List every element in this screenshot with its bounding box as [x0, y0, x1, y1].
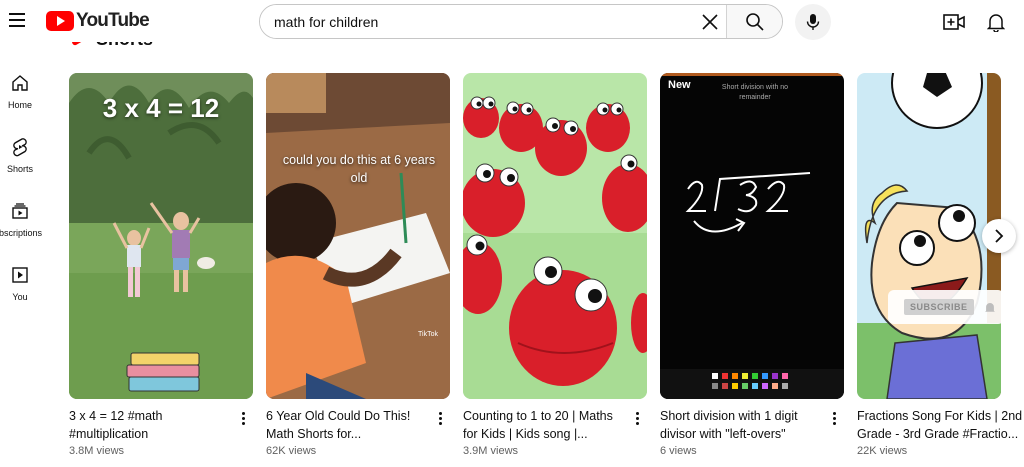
- short-title[interactable]: Fractions Song For Kids | 2nd Grade - 3r…: [857, 407, 1024, 443]
- create-button[interactable]: [940, 8, 968, 36]
- short-title[interactable]: Short division with 1 digit divisor with…: [660, 407, 820, 443]
- subscribe-button[interactable]: SUBSCRIBE: [904, 299, 974, 315]
- menu-icon[interactable]: [6, 9, 28, 31]
- short-title[interactable]: 3 x 4 = 12 #math #multiplication: [69, 407, 229, 443]
- chevron-right-icon: [995, 229, 1004, 243]
- youtube-logo[interactable]: YouTube: [46, 10, 150, 32]
- short-card: Fractions Song For Kids | 2nd Grade - 3r…: [857, 73, 1024, 457]
- thumbnail-caption: could you do this at 6 years old: [282, 153, 436, 185]
- sidebar-item-subscriptions[interactable]: Subscriptions: [0, 192, 42, 248]
- clear-search-button[interactable]: [694, 5, 726, 38]
- voice-search-button[interactable]: [795, 4, 831, 40]
- view-count: 62K views: [266, 445, 317, 457]
- short-thumbnail[interactable]: [857, 73, 1001, 399]
- notifications-button[interactable]: [982, 8, 1010, 36]
- short-title[interactable]: 6 Year Old Could Do This! Math Shorts fo…: [266, 407, 426, 443]
- you-icon: [9, 264, 31, 286]
- bell-icon: [987, 14, 1005, 32]
- close-icon: [702, 13, 718, 30]
- next-shorts-button[interactable]: [982, 219, 1016, 253]
- short-card: New Short division with no remainder Sho…: [660, 73, 844, 457]
- search-button[interactable]: [726, 5, 782, 38]
- sidebar-item-you[interactable]: You: [0, 256, 40, 312]
- short-card: 3 x 4 = 12 3 x 4 = 12 #math #multiplicat…: [69, 73, 253, 457]
- search-icon: [745, 12, 764, 31]
- play-logo-icon: [46, 11, 74, 31]
- thumbnail-caption: 3 x 4 = 12: [102, 93, 220, 123]
- more-options-button[interactable]: [627, 407, 647, 429]
- new-badge: New: [668, 79, 691, 91]
- top-bar: YouTube: [0, 0, 1024, 42]
- view-count: 6 views: [660, 445, 697, 457]
- create-video-icon: [943, 14, 965, 30]
- short-thumbnail[interactable]: 3 x 4 = 12: [69, 73, 253, 399]
- sidebar-item-label: Subscriptions: [0, 228, 42, 238]
- logo-text: YouTube: [76, 10, 150, 31]
- short-thumbnail[interactable]: New Short division with no remainder: [660, 73, 844, 399]
- sidebar-item-label: You: [12, 292, 28, 302]
- sidebar-item-shorts[interactable]: Shorts: [0, 128, 40, 184]
- short-thumbnail[interactable]: could you do this at 6 years old TikTok: [266, 73, 450, 399]
- short-title[interactable]: Counting to 1 to 20 | Maths for Kids | K…: [463, 407, 623, 443]
- sidebar-item-home[interactable]: Home: [0, 64, 40, 120]
- sidebar-item-label: Home: [7, 100, 32, 110]
- short-card: could you do this at 6 years old TikTok …: [266, 73, 450, 457]
- view-count: 3.8M views: [69, 445, 125, 457]
- search-bar: [259, 4, 783, 39]
- short-card: Counting to 1 to 20 | Maths for Kids | K…: [463, 73, 647, 457]
- subscribe-overlay: SUBSCRIBE: [888, 290, 1004, 324]
- home-icon: [9, 72, 31, 94]
- more-options-button[interactable]: [233, 407, 253, 429]
- short-thumbnail[interactable]: [463, 73, 647, 399]
- search-input[interactable]: [260, 5, 694, 38]
- more-options-button[interactable]: [430, 407, 450, 429]
- tiktok-watermark: TikTok: [418, 331, 438, 338]
- view-count: 3.9M views: [463, 445, 519, 457]
- subscriptions-icon: [9, 200, 31, 222]
- bell-icon[interactable]: [984, 301, 996, 314]
- thumbnail-caption: Short division with no remainder: [721, 84, 789, 101]
- more-options-button[interactable]: [824, 407, 844, 429]
- view-count: 22K views: [857, 445, 908, 457]
- sidebar-item-label: Shorts: [6, 164, 33, 174]
- microphone-icon: [806, 14, 820, 30]
- shorts-icon: [9, 136, 31, 158]
